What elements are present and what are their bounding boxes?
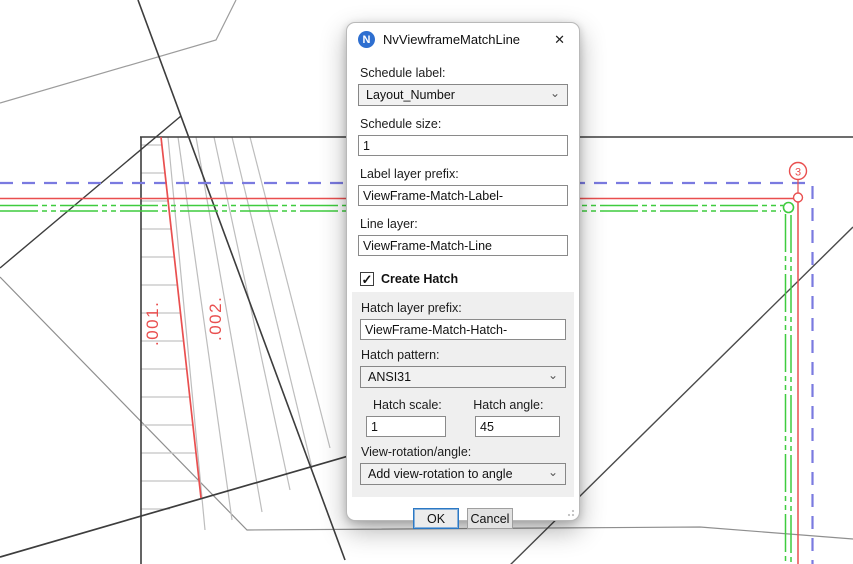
dialog-titlebar: N NvViewframeMatchLine ✕	[347, 23, 579, 48]
cancel-button[interactable]: Cancel	[467, 508, 513, 529]
hatch-pattern-value: ANSI31	[368, 370, 412, 384]
schedule-label-dropdown[interactable]: Layout_Number ⌄	[358, 84, 568, 106]
ok-button[interactable]: OK	[413, 508, 459, 529]
schedule-size-label: Schedule size:	[360, 117, 442, 131]
nvviewframematchline-dialog: N NvViewframeMatchLine ✕ Schedule label:…	[346, 22, 580, 529]
matchline-label-002: .002.	[206, 296, 225, 341]
green-corner-node	[782, 201, 795, 214]
red-corner-node	[792, 192, 804, 203]
schedule-size-input[interactable]	[358, 135, 568, 156]
hatch-pattern-label: Hatch pattern:	[361, 348, 440, 362]
dialog-buttons: OK Cancel	[358, 508, 568, 529]
line-layer-input[interactable]	[358, 235, 568, 256]
view-rotation-value: Add view-rotation to angle	[368, 467, 513, 481]
resize-grip[interactable]	[566, 508, 575, 517]
app-icon: N	[358, 31, 375, 48]
hatch-scale-label: Hatch scale:	[373, 398, 442, 412]
schedule-label-label: Schedule label:	[360, 66, 446, 80]
view-rotation-dropdown[interactable]: Add view-rotation to angle ⌄	[360, 463, 566, 485]
hatch-scale-input[interactable]	[366, 416, 446, 437]
hatch-layer-prefix-label: Hatch layer prefix:	[361, 301, 462, 315]
schedule-bubble: 3	[788, 161, 808, 181]
dialog-title: NvViewframeMatchLine	[383, 32, 521, 47]
hatch-angle-input[interactable]	[475, 416, 560, 437]
hatch-pattern-dropdown[interactable]: ANSI31 ⌄	[360, 366, 566, 388]
view-rotation-label: View-rotation/angle:	[361, 445, 472, 459]
create-hatch-checkbox[interactable]: ✓	[360, 272, 374, 286]
label-layer-prefix-label: Label layer prefix:	[360, 167, 459, 181]
hatch-scale-angle-labels: Hatch scale: Hatch angle:	[360, 398, 566, 412]
close-icon[interactable]: ✕	[550, 32, 569, 47]
hatch-layer-prefix-input[interactable]	[360, 319, 566, 340]
hatch-angle-label: Hatch angle:	[473, 398, 544, 412]
hatch-scale-angle-inputs	[360, 416, 566, 437]
schedule-bubble-number: 3	[795, 167, 801, 179]
line-layer-label: Line layer:	[360, 217, 418, 231]
hatch-settings-panel: Hatch layer prefix: Hatch pattern: ANSI3…	[352, 292, 574, 497]
create-hatch-label: Create Hatch	[381, 272, 459, 286]
schedule-label-value: Layout_Number	[366, 88, 455, 102]
label-layer-prefix-input[interactable]	[358, 185, 568, 206]
matchline-label-001: .001.	[143, 301, 162, 346]
create-hatch-row: ✓ Create Hatch	[360, 272, 568, 286]
